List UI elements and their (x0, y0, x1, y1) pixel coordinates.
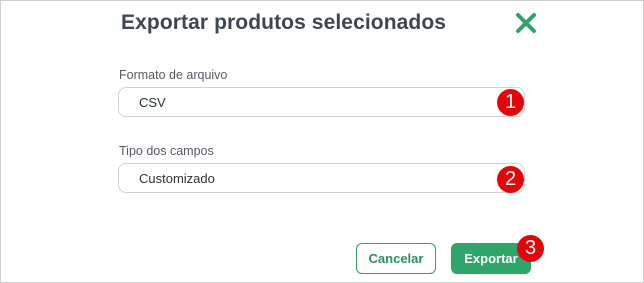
file-format-value: CSV (139, 95, 166, 110)
step-badge-3: 3 (517, 235, 544, 262)
close-button[interactable] (514, 11, 538, 35)
step-badge-1: 1 (497, 89, 524, 116)
field-type-select[interactable]: Customizado (118, 163, 525, 193)
dialog-title: Exportar produtos selecionados (121, 11, 447, 34)
field-type-label: Tipo dos campos (119, 144, 214, 158)
field-type-value: Customizado (139, 171, 215, 186)
file-format-select[interactable]: CSV (118, 87, 525, 117)
close-x-icon (516, 13, 536, 33)
step-badge-2: 2 (497, 166, 524, 193)
cancel-button[interactable]: Cancelar (356, 243, 436, 274)
export-dialog: Exportar produtos selecionados Formato d… (0, 0, 644, 283)
file-format-label: Formato de arquivo (119, 68, 228, 82)
